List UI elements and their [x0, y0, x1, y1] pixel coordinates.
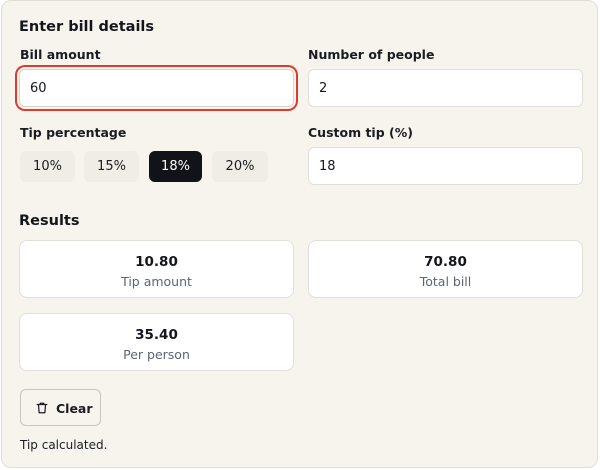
bill-details-heading: Enter bill details	[19, 19, 155, 35]
tip-option-18[interactable]: 18%	[149, 151, 202, 182]
tip-option-10[interactable]: 10%	[20, 151, 75, 182]
clear-button[interactable]: Clear	[20, 389, 101, 426]
per-person-value: 35.40	[135, 327, 178, 343]
custom-tip-input[interactable]	[308, 147, 583, 185]
status-message: Tip calculated.	[20, 438, 108, 452]
results-heading: Results	[19, 213, 80, 229]
per-person-card: 35.40 Per person	[19, 313, 294, 371]
trash-icon	[36, 402, 48, 414]
bill-amount-label: Bill amount	[20, 47, 101, 62]
tip-option-20[interactable]: 20%	[212, 151, 268, 182]
people-label: Number of people	[308, 47, 435, 62]
tip-amount-label: Tip amount	[121, 274, 192, 289]
people-input[interactable]	[308, 69, 583, 107]
bill-amount-input[interactable]	[19, 69, 294, 107]
total-bill-value: 70.80	[424, 254, 467, 270]
total-bill-label: Total bill	[419, 274, 472, 289]
custom-tip-label: Custom tip (%)	[308, 125, 413, 140]
tip-amount-card: 10.80 Tip amount	[19, 240, 294, 298]
tip-option-15[interactable]: 15%	[84, 151, 139, 182]
total-bill-card: 70.80 Total bill	[308, 240, 583, 298]
per-person-label: Per person	[123, 347, 190, 362]
tip-amount-value: 10.80	[135, 254, 178, 270]
clear-button-label: Clear	[56, 401, 93, 416]
tip-percentage-label: Tip percentage	[20, 125, 127, 140]
tip-calculator-panel: Enter bill details Bill amount Number of…	[1, 0, 598, 468]
